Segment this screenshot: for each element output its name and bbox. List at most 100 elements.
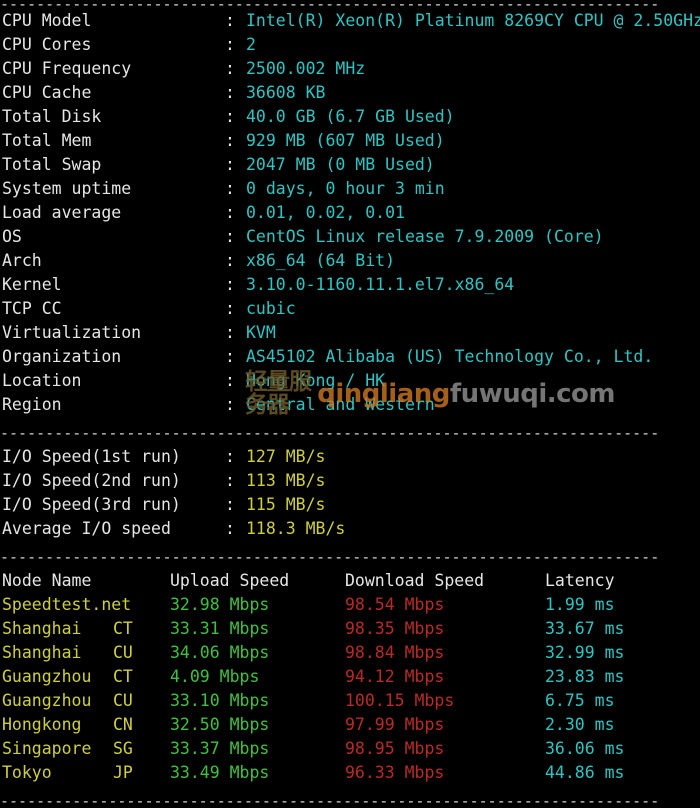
cell-download-speed: 100.15 Mbps [345,691,455,710]
info-row-organization: Organization : AS45102 Alibaba (US) Tech… [0,345,700,369]
info-value: cubic [246,299,296,318]
cell-latency: 44.86 ms [545,763,625,782]
speedtest-section: Node Name Upload Speed Download Speed La… [0,569,700,785]
info-colon: : [225,251,235,270]
cell-latency: 6.75 ms [545,691,615,710]
table-row: Shanghai CT 33.31 Mbps 98.35 Mbps 33.67 … [0,617,700,641]
info-value: 2500.002 MHz [246,59,366,78]
info-row-virtualization: Virtualization : KVM [0,321,700,345]
info-colon: : [225,519,235,538]
terminal-window: ----------------------------------------… [0,0,700,808]
cell-upload-speed: 32.98 Mbps [170,595,270,614]
info-row-location: Location : Hong Kong / HK [0,369,700,393]
info-value: AS45102 Alibaba (US) Technology Co., Ltd… [246,347,654,366]
info-row-tcp-cc: TCP CC : cubic [0,297,700,321]
info-colon: : [225,471,235,490]
system-info-section: CPU Model : Intel(R) Xeon(R) Platinum 82… [0,9,700,417]
cell-node-name: Shanghai [2,619,82,638]
table-row: Hongkong CN 32.50 Mbps 97.99 Mbps 2.30 m… [0,713,700,737]
info-row-cpu-model: CPU Model : Intel(R) Xeon(R) Platinum 82… [0,9,700,33]
info-value: Intel(R) Xeon(R) Platinum 8269CY CPU @ 2… [246,11,700,30]
info-row-load-average: Load average : 0.01, 0.02, 0.01 [0,201,700,225]
table-row: Speedtest.net 32.98 Mbps 98.54 Mbps 1.99… [0,593,700,617]
cell-download-speed: 96.33 Mbps [345,763,445,782]
info-colon: : [225,155,235,174]
io-row-average: Average I/O speed : 118.3 MB/s [0,517,700,541]
info-colon: : [225,179,235,198]
cell-upload-speed: 4.09 Mbps [170,667,260,686]
info-colon: : [225,59,235,78]
info-value: CentOS Linux release 7.9.2009 (Core) [246,227,604,246]
info-value: 2047 MB (0 MB Used) [246,155,435,174]
io-label: I/O Speed(1st run) [2,447,181,466]
info-label: Virtualization [2,323,142,342]
info-label: CPU Cores [2,35,92,54]
separator-io: ----------------------------------------… [0,426,660,440]
info-label: OS [2,227,22,246]
io-value: 113 MB/s [246,471,326,490]
cell-node-name: Hongkong [2,715,82,734]
col-header-node-name: Node Name [2,571,92,590]
col-header-latency: Latency [545,571,615,590]
info-colon: : [225,131,235,150]
info-colon: : [225,347,235,366]
info-colon: : [225,495,235,514]
info-label: Total Swap [2,155,102,174]
col-header-download-speed: Download Speed [345,571,485,590]
cell-node-name: Tokyo [2,763,52,782]
info-label: Total Disk [2,107,102,126]
info-value: x86_64 (64 Bit) [246,251,396,270]
cell-isp: SG [113,739,133,758]
separator-top: ----------------------------------------… [0,0,660,9]
cell-isp: CU [113,691,133,710]
info-label: TCP CC [2,299,62,318]
cell-latency: 2.30 ms [545,715,615,734]
info-row-region: Region : Central and Western [0,393,700,417]
info-colon: : [225,107,235,126]
cell-download-speed: 97.99 Mbps [345,715,445,734]
info-value: 0.01, 0.02, 0.01 [246,203,405,222]
info-row-os: OS : CentOS Linux release 7.9.2009 (Core… [0,225,700,249]
io-row-2nd-run: I/O Speed(2nd run) : 113 MB/s [0,469,700,493]
info-colon: : [225,203,235,222]
cell-upload-speed: 33.37 Mbps [170,739,270,758]
info-colon: : [225,35,235,54]
info-colon: : [225,227,235,246]
cell-latency: 33.67 ms [545,619,625,638]
cell-download-speed: 98.95 Mbps [345,739,445,758]
col-header-upload-speed: Upload Speed [170,571,290,590]
cell-node-name: Singapore [2,739,92,758]
cell-latency: 32.99 ms [545,643,625,662]
info-colon: : [225,395,235,414]
info-label: Arch [2,251,42,270]
cell-latency: 1.99 ms [545,595,615,614]
info-label: Organization [2,347,122,366]
cell-upload-speed: 33.10 Mbps [170,691,270,710]
info-value: Central and Western [246,395,435,414]
info-value: 3.10.0-1160.11.1.el7.x86_64 [246,275,515,294]
cell-node-name: Guangzhou [2,691,92,710]
info-value: KVM [246,323,276,342]
cell-node-name: Shanghai [2,643,82,662]
cell-node-name: Guangzhou [2,667,92,686]
io-value: 118.3 MB/s [246,519,346,538]
info-label: Total Mem [2,131,92,150]
speedtest-header-row: Node Name Upload Speed Download Speed La… [0,569,700,593]
cell-latency: 23.83 ms [545,667,625,686]
info-label: CPU Frequency [2,59,132,78]
info-row-arch: Arch : x86_64 (64 Bit) [0,249,700,273]
info-value: 2 [246,35,256,54]
cell-download-speed: 98.54 Mbps [345,595,445,614]
info-label: CPU Cache [2,83,92,102]
info-colon: : [225,371,235,390]
info-value: Hong Kong / HK [246,371,386,390]
info-value: 929 MB (607 MB Used) [246,131,445,150]
table-row: Singapore SG 33.37 Mbps 98.95 Mbps 36.06… [0,737,700,761]
info-colon: : [225,447,235,466]
cell-isp: CT [113,619,133,638]
io-value: 115 MB/s [246,495,326,514]
cell-isp: CU [113,643,133,662]
